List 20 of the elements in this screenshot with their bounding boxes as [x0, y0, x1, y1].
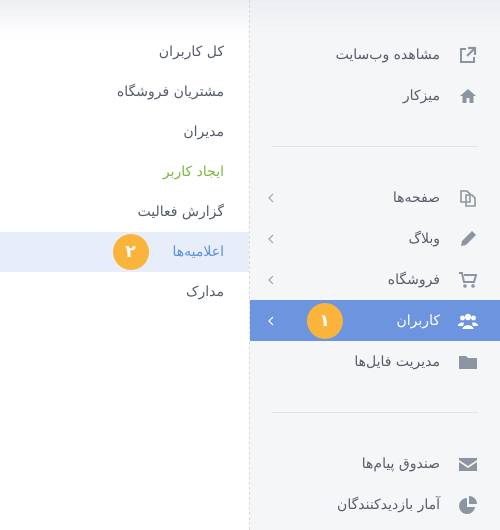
sidebar-item[interactable]: وبلاگ [250, 218, 500, 259]
number-badge: ۱ [306, 302, 343, 338]
sidebar-item[interactable]: مدیریت فایل‌ها [250, 341, 500, 382]
submenu-item[interactable]: مشتریان فروشگاه [0, 72, 249, 112]
pages-icon [458, 188, 478, 208]
submenu-item[interactable]: مدیران [0, 112, 249, 152]
external-link-icon [458, 44, 478, 64]
submenu-item[interactable]: گزارش فعالیت [0, 192, 249, 232]
sidebar-item[interactable]: آمار بازدیدکنندگان [250, 484, 500, 525]
pencil-icon [458, 228, 478, 248]
sidebar-item[interactable]: فروشگاه [250, 259, 500, 300]
sidebar-item[interactable]: صندوق پیام‌ها [250, 443, 500, 484]
pie-chart-icon [458, 494, 478, 514]
sidebar-item[interactable]: مشاهده وب‌سایت [250, 34, 500, 75]
cart-icon [458, 270, 478, 290]
submenu-item[interactable]: مدارک [0, 272, 249, 312]
sidebar-item[interactable]: میزکار [250, 75, 500, 116]
submenu-item[interactable]: کل کاربران [0, 32, 249, 72]
sidebar-item[interactable]: صفحه‌ها [250, 177, 500, 218]
number-badge: ۲ [112, 234, 149, 270]
